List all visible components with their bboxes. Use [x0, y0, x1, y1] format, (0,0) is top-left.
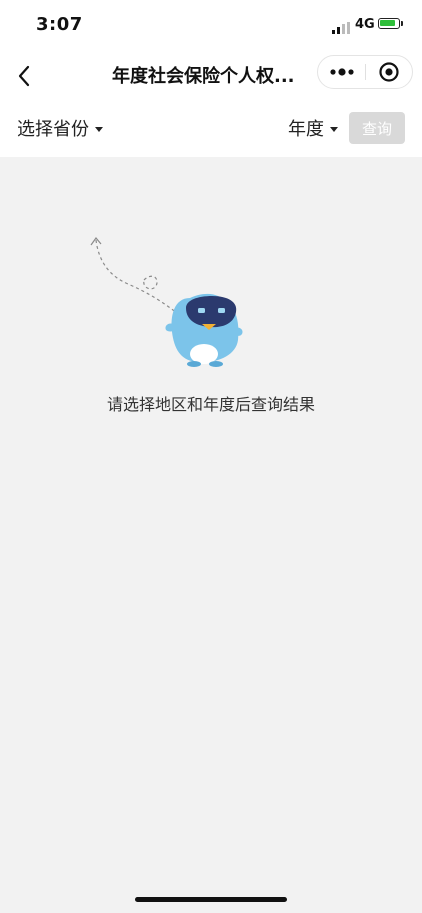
empty-state-message: 请选择地区和年度后查询结果	[106, 395, 315, 414]
back-chevron-icon	[18, 65, 30, 87]
province-label: 选择省份	[17, 119, 89, 140]
target-close-icon	[379, 62, 399, 82]
query-button[interactable]: 查询	[349, 112, 405, 144]
year-label: 年度	[288, 119, 324, 140]
mini-program-capsule	[317, 55, 413, 89]
mascot-illustration	[90, 237, 243, 367]
close-button[interactable]	[366, 56, 412, 88]
status-time: 3:07	[36, 14, 83, 35]
battery-tip	[401, 21, 403, 26]
network-type: 4G	[355, 17, 375, 32]
caret-down-icon	[95, 126, 103, 132]
year-select[interactable]: 年度	[288, 115, 338, 141]
signal-bars-icon	[332, 22, 350, 34]
province-select[interactable]: 选择省份	[17, 115, 103, 141]
more-dots-icon	[330, 68, 354, 76]
battery-icon	[378, 18, 400, 29]
caret-down-icon	[330, 126, 338, 132]
back-button[interactable]	[12, 62, 40, 90]
more-button[interactable]	[318, 56, 365, 88]
page-title: 年度社会保险个人权...	[112, 66, 295, 87]
home-indicator[interactable]	[135, 897, 287, 902]
